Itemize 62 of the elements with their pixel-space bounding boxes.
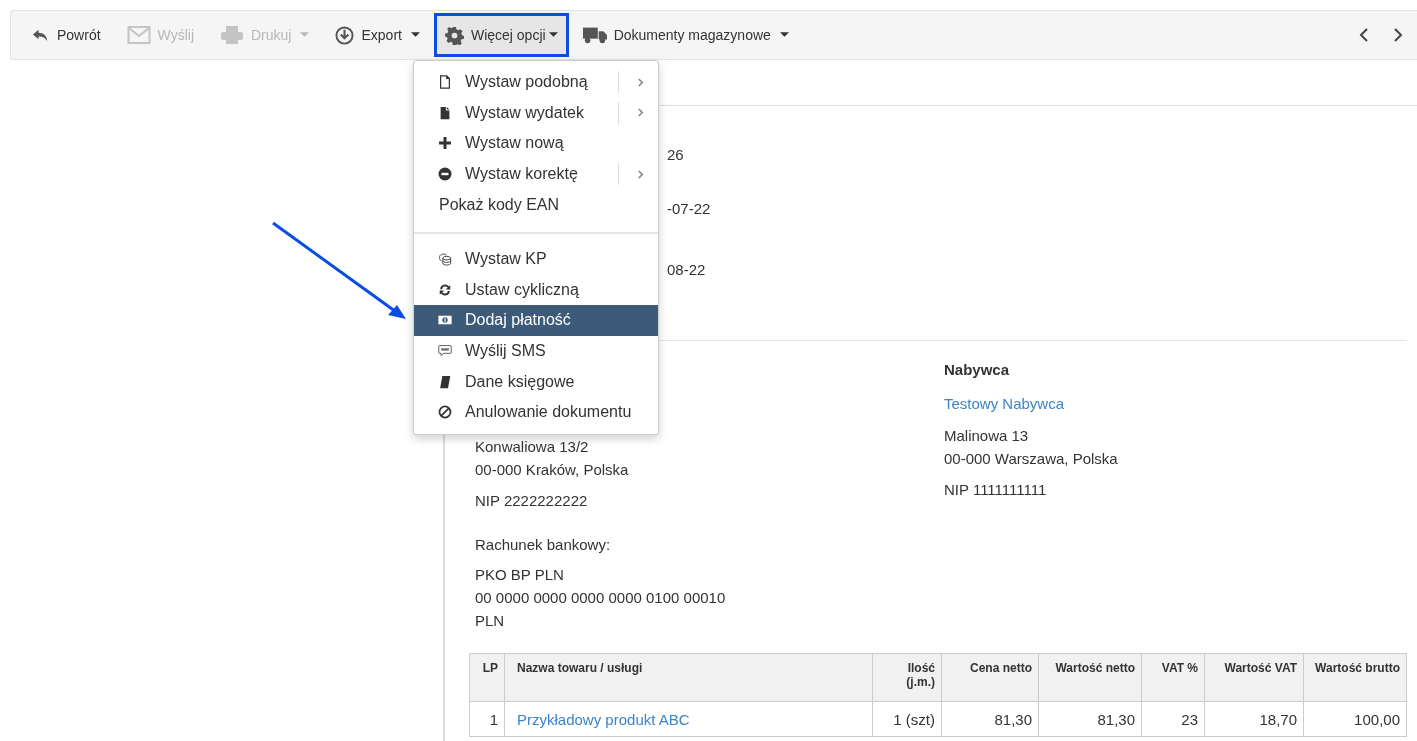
envelope-icon <box>126 25 151 45</box>
menu-item[interactable]: Wystaw wydatek <box>414 97 658 129</box>
ban-icon <box>438 405 452 420</box>
menu-item[interactable]: Wyślij SMS <box>414 335 658 367</box>
bank-account-line: PKO BP PLN <box>475 565 565 585</box>
bank-account-line: 00 0000 0000 0000 0000 0100 00010 <box>475 588 727 608</box>
sync-icon <box>438 282 452 297</box>
menu-item[interactable]: Wystaw podobną <box>414 67 658 98</box>
chevron-right-icon <box>637 76 644 88</box>
column-header: VAT % <box>1141 653 1205 702</box>
table-cell: 81,30 <box>994 710 1032 728</box>
column-header: Cena netto <box>941 653 1039 702</box>
buyer-heading: Nabywca <box>944 361 1011 378</box>
settings-icon <box>444 25 464 45</box>
buyer-nip: NIP 1111111111 <box>944 480 1048 500</box>
toolbar-button[interactable]: Więcej opcji <box>433 13 569 57</box>
column-header: Wartość brutto <box>1303 653 1407 702</box>
table-cell: 18,70 <box>1259 710 1297 728</box>
toolbar-button[interactable]: Powrót <box>19 13 113 57</box>
buyer-name-link[interactable]: Testowy Nabywca <box>944 395 1118 412</box>
file-icon <box>438 105 452 120</box>
seller-address: Konwaliowa 13/2 <box>475 437 590 457</box>
seller-nip: NIP 2222222222 <box>475 491 589 511</box>
truck-icon <box>582 25 607 45</box>
menu-item[interactable]: Pokaż kody EAN <box>414 189 658 220</box>
menu-item[interactable]: Ustaw cykliczną <box>414 274 658 306</box>
bank-heading: Rachunek bankowy: <box>475 536 612 553</box>
table-cell: 1 <box>489 710 498 728</box>
column-header: LP <box>469 653 505 702</box>
buyer-address: Malinowa 13 <box>944 426 1030 446</box>
toolbar-button[interactable]: Export <box>323 13 432 57</box>
buyer-city: 00-000 Warszawa, Polska <box>944 449 1118 469</box>
plus-icon <box>438 136 452 151</box>
bank-account-line: PLN <box>475 611 506 631</box>
menu-item[interactable]: Wystaw nową <box>414 128 658 159</box>
date-value: 26 <box>667 146 684 163</box>
chevron-right-icon <box>637 107 644 119</box>
chevron-left-icon <box>1359 27 1369 43</box>
download-icon <box>335 25 355 45</box>
column-header: Ilość (j.m.) <box>872 653 942 702</box>
menu-item[interactable]: Dodaj płatność <box>414 305 658 336</box>
date-value: -07-22 <box>667 200 711 217</box>
chevron-right-icon <box>1393 27 1403 43</box>
file-icon <box>438 75 452 90</box>
table-cell: 100,00 <box>1354 710 1400 728</box>
menu-item[interactable]: Wystaw KP <box>414 243 658 275</box>
minus-circle-icon <box>438 167 452 182</box>
column-header: Wartość netto <box>1038 653 1142 702</box>
toolbar-button[interactable]: Dokumenty magazynowe <box>570 13 801 57</box>
table-cell: 81,30 <box>1097 710 1135 728</box>
chevron-right-icon <box>637 168 644 180</box>
menu-item[interactable]: Wystaw korektę <box>414 158 658 190</box>
column-header: Nazwa towaru / usługi <box>504 653 873 702</box>
table-cell: 1 (szt) <box>893 710 935 728</box>
menu-item[interactable]: Dane księgowe <box>414 366 658 397</box>
column-header: Wartość VAT <box>1204 653 1304 702</box>
sms-icon <box>438 344 452 359</box>
date-value: 08-22 <box>667 261 706 278</box>
coins-icon <box>438 252 452 267</box>
table-cell: 23 <box>1181 710 1198 728</box>
seller-city: 00-000 Kraków, Polska <box>475 460 630 480</box>
menu-item[interactable]: Anulowanie dokumentu <box>414 396 658 428</box>
